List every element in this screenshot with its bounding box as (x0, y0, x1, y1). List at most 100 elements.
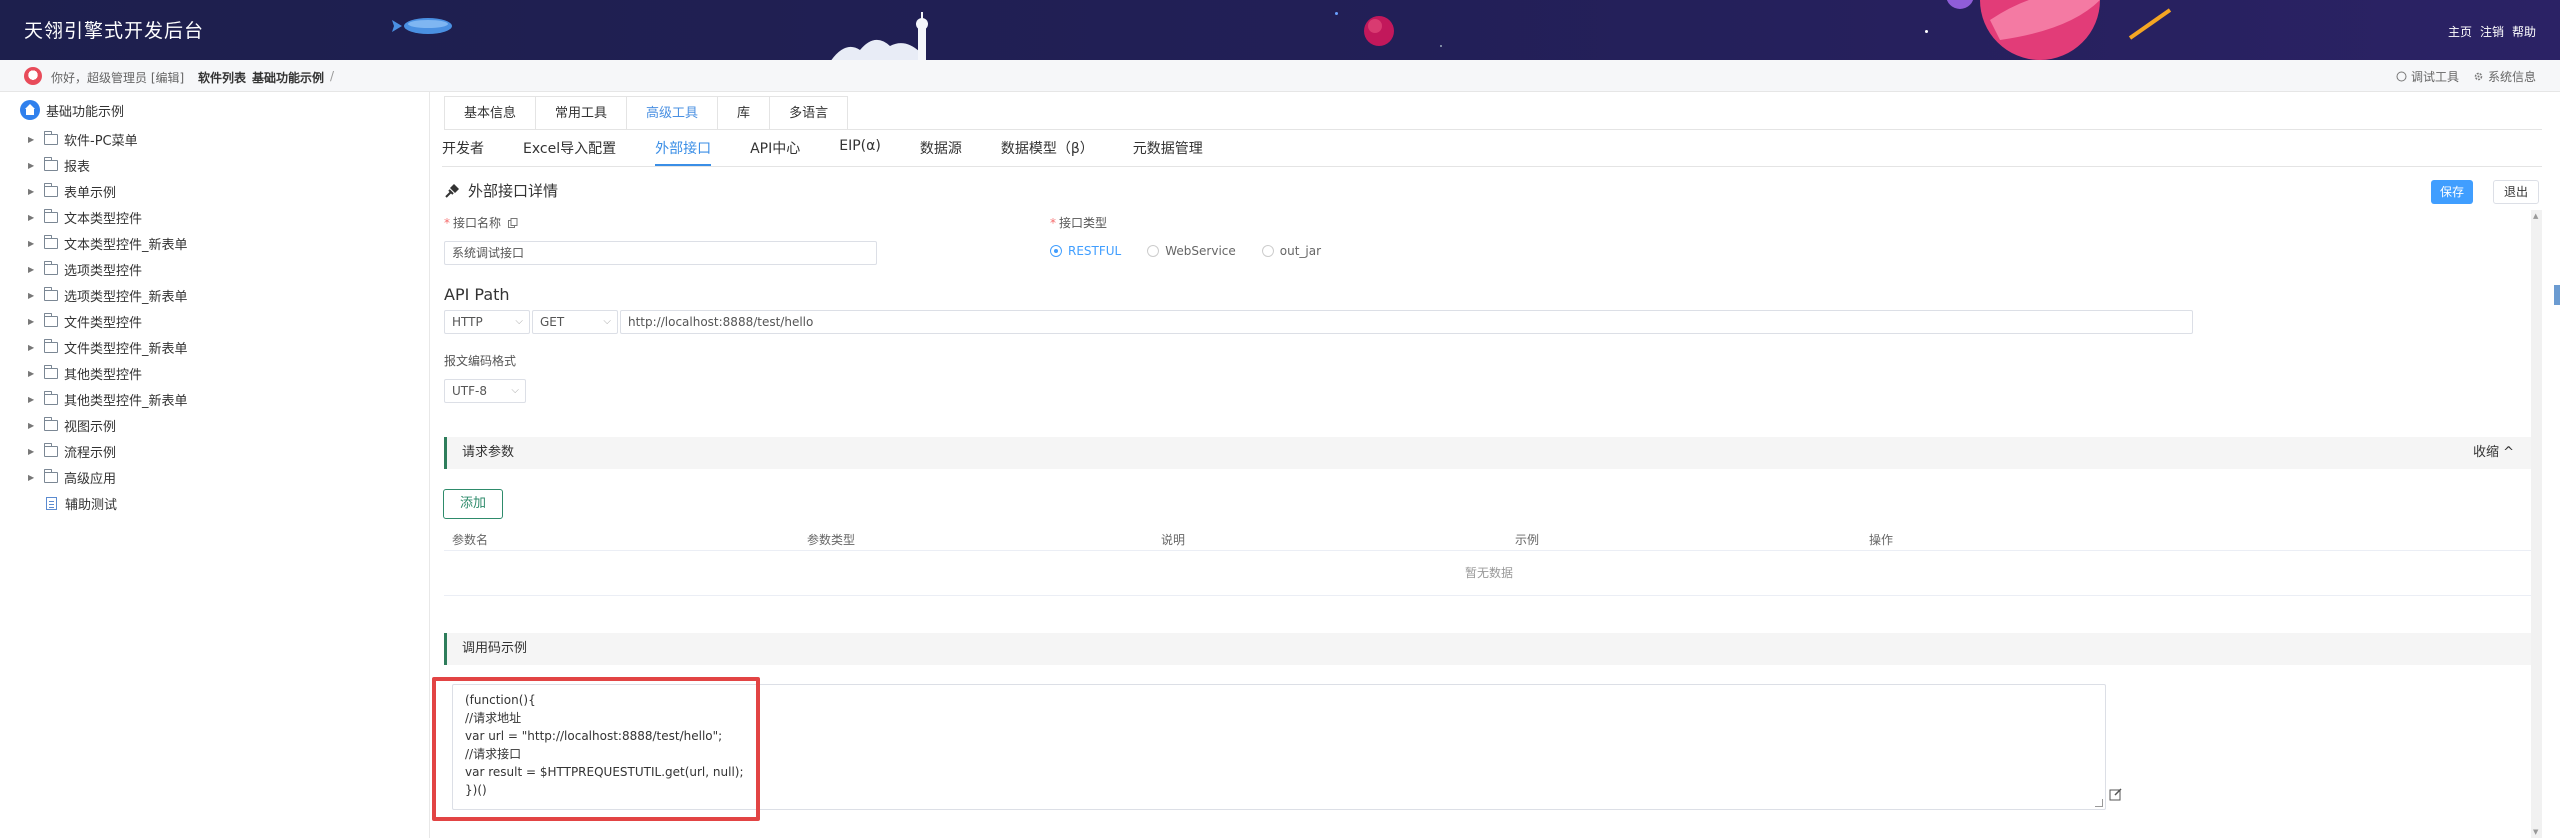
interface-type-radio[interactable]: RESTFUL (1050, 244, 1121, 258)
code-example-textarea[interactable]: (function(){ //请求地址 var url = "http://lo… (452, 684, 2106, 810)
tree-item[interactable]: ▶ 软件-PC菜单 (28, 126, 188, 152)
tree-root-label: 基础功能示例 (46, 104, 125, 120)
tree-item-label: 文本类型控件_新表单 (64, 237, 188, 253)
secondary-tabs: 开发者 Excel导入配置 外部接口 API中心 EIP(α) 数据源 数据模型（β） 元数据… (442, 138, 1203, 166)
radio-dot[interactable] (1147, 245, 1160, 257)
tree-item[interactable]: ▶ 选项类型控件 (28, 256, 188, 282)
home-link[interactable]: 主页 (2448, 23, 2472, 40)
tree-item[interactable]: ▶ 文件类型控件 (28, 308, 188, 334)
caret-right-icon[interactable]: ▶ (28, 473, 38, 482)
tree-item[interactable]: ▶ 其他类型控件 (28, 360, 188, 386)
folder-icon (44, 312, 58, 327)
interface-type-radios: RESTFUL WebService out_jar (1050, 244, 1321, 258)
tab-secondary[interactable]: 数据模型（β） (1001, 138, 1094, 166)
tree-root[interactable]: 基础功能示例 (20, 100, 124, 120)
method-select[interactable]: GET ⌵ (532, 310, 618, 334)
tree-item[interactable]: ▶ 其他类型控件_新表单 (28, 386, 188, 412)
tree-item[interactable]: ▶ 文件类型控件_新表单 (28, 334, 188, 360)
tab-primary[interactable]: 库 (718, 96, 771, 130)
folder-icon (44, 442, 58, 457)
method-value: GET (540, 315, 565, 329)
tree-item[interactable]: ▶ 表单示例 (28, 178, 188, 204)
folder-icon (44, 260, 58, 275)
breadcrumb-current-app[interactable]: 基础功能示例 (252, 69, 324, 86)
tower-icon (831, 12, 928, 60)
debug-tool-label: 调试工具 (2410, 70, 2459, 84)
radio-dot[interactable] (1050, 245, 1062, 257)
tab-secondary[interactable]: 元数据管理 (1133, 138, 1203, 166)
user-greeting[interactable]: 你好，超级管理员 [编辑] (51, 69, 184, 86)
tree-item[interactable]: ▶ 视图示例 (28, 412, 188, 438)
tree-item[interactable]: ▶ 高级应用 (28, 464, 188, 490)
tree-item[interactable]: ▶ 选项类型控件_新表单 (28, 282, 188, 308)
protocol-select[interactable]: HTTP ⌵ (444, 310, 530, 334)
caret-right-icon[interactable]: ▶ (28, 161, 38, 170)
caret-right-icon[interactable]: ▶ (28, 213, 38, 222)
tab-secondary[interactable]: EIP(α) (839, 138, 881, 166)
logout-link[interactable]: 注销 (2480, 23, 2504, 40)
caret-right-icon[interactable]: ▶ (28, 395, 38, 404)
breadcrumb-separator: / (330, 69, 335, 83)
tab-primary[interactable]: 常用工具 (536, 96, 628, 130)
home-icon (20, 100, 40, 120)
protocol-value: HTTP (452, 315, 483, 329)
tab-secondary[interactable]: 开发者 (442, 138, 484, 166)
collapse-toggle[interactable]: 收缩 ^ (2473, 437, 2514, 469)
tree-item[interactable]: 辅助测试 (28, 490, 188, 516)
system-info-link[interactable]: 系统信息 (2473, 68, 2536, 85)
resize-handle[interactable] (2095, 799, 2103, 807)
caret-right-icon[interactable]: ▶ (28, 187, 38, 196)
scroll-down-icon[interactable]: ▼ (2533, 828, 2538, 836)
tab-primary[interactable]: 多语言 (770, 96, 849, 130)
tab-secondary[interactable]: 数据源 (920, 138, 962, 166)
star-icon (1335, 12, 1338, 15)
tree-item[interactable]: ▶ 文本类型控件_新表单 (28, 230, 188, 256)
panel-scrollbar[interactable]: ▲ ▼ (2531, 210, 2542, 838)
tree-item[interactable]: ▶ 文本类型控件 (28, 204, 188, 230)
edit-icon[interactable] (2109, 787, 2123, 801)
caret-right-icon[interactable]: ▶ (28, 447, 38, 456)
header-links: 主页 注销 帮助 (2448, 23, 2536, 40)
detail-title-text: 外部接口详情 (468, 182, 559, 200)
interface-name-label: * 接口名称 (444, 214, 518, 231)
tree-item[interactable]: ▶ 报表 (28, 152, 188, 178)
tab-primary[interactable]: 基本信息 (444, 96, 537, 130)
tab-secondary[interactable]: API中心 (750, 138, 800, 166)
tree-item-label: 文件类型控件 (64, 315, 143, 331)
avatar (24, 67, 42, 85)
secondary-tabs-divider (442, 166, 2542, 167)
params-table-header: 参数名 参数类型 说明 示例 操作 (444, 525, 2534, 551)
interface-type-label-text: 接口类型 (1059, 216, 1108, 230)
required-mark: * (444, 216, 450, 230)
tab-secondary[interactable]: Excel导入配置 (523, 138, 616, 166)
caret-right-icon[interactable]: ▶ (28, 135, 38, 144)
caret-right-icon[interactable]: ▶ (28, 239, 38, 248)
interface-name-input[interactable]: 系统调试接口 (444, 241, 877, 265)
save-button[interactable]: 保存 (2431, 180, 2473, 204)
caret-right-icon[interactable]: ▶ (28, 369, 38, 378)
tree-item[interactable]: ▶ 流程示例 (28, 438, 188, 464)
caret-right-icon[interactable]: ▶ (28, 291, 38, 300)
caret-right-icon[interactable]: ▶ (28, 421, 38, 430)
caret-right-icon[interactable]: ▶ (28, 343, 38, 352)
tab-primary[interactable]: 高级工具 (627, 96, 719, 130)
tree-item-label: 软件-PC菜单 (64, 133, 138, 149)
tree-item-label: 辅助测试 (65, 497, 118, 513)
breadcrumb-software-list[interactable]: 软件列表 (198, 69, 246, 86)
primary-tabs-divider (444, 129, 2542, 130)
interface-type-radio[interactable]: out_jar (1261, 244, 1321, 258)
exit-button[interactable]: 退出 (2493, 180, 2539, 204)
add-param-button[interactable]: 添加 (443, 489, 503, 519)
help-link[interactable]: 帮助 (2512, 23, 2536, 40)
interface-type-radio[interactable]: WebService (1147, 244, 1236, 258)
debug-tool-link[interactable]: 调试工具 (2396, 68, 2459, 85)
page-scrollbar-thumb[interactable] (2554, 285, 2560, 305)
encoding-select[interactable]: UTF-8 ⌵ (444, 379, 526, 403)
caret-right-icon[interactable]: ▶ (28, 317, 38, 326)
scroll-up-icon[interactable]: ▲ (2533, 212, 2538, 220)
radio-dot[interactable] (1261, 245, 1274, 257)
url-input[interactable]: http://localhost:8888/test/hello (620, 310, 2193, 334)
copy-icon[interactable] (507, 218, 518, 228)
caret-right-icon[interactable]: ▶ (28, 265, 38, 274)
tab-secondary[interactable]: 外部接口 (655, 138, 712, 166)
